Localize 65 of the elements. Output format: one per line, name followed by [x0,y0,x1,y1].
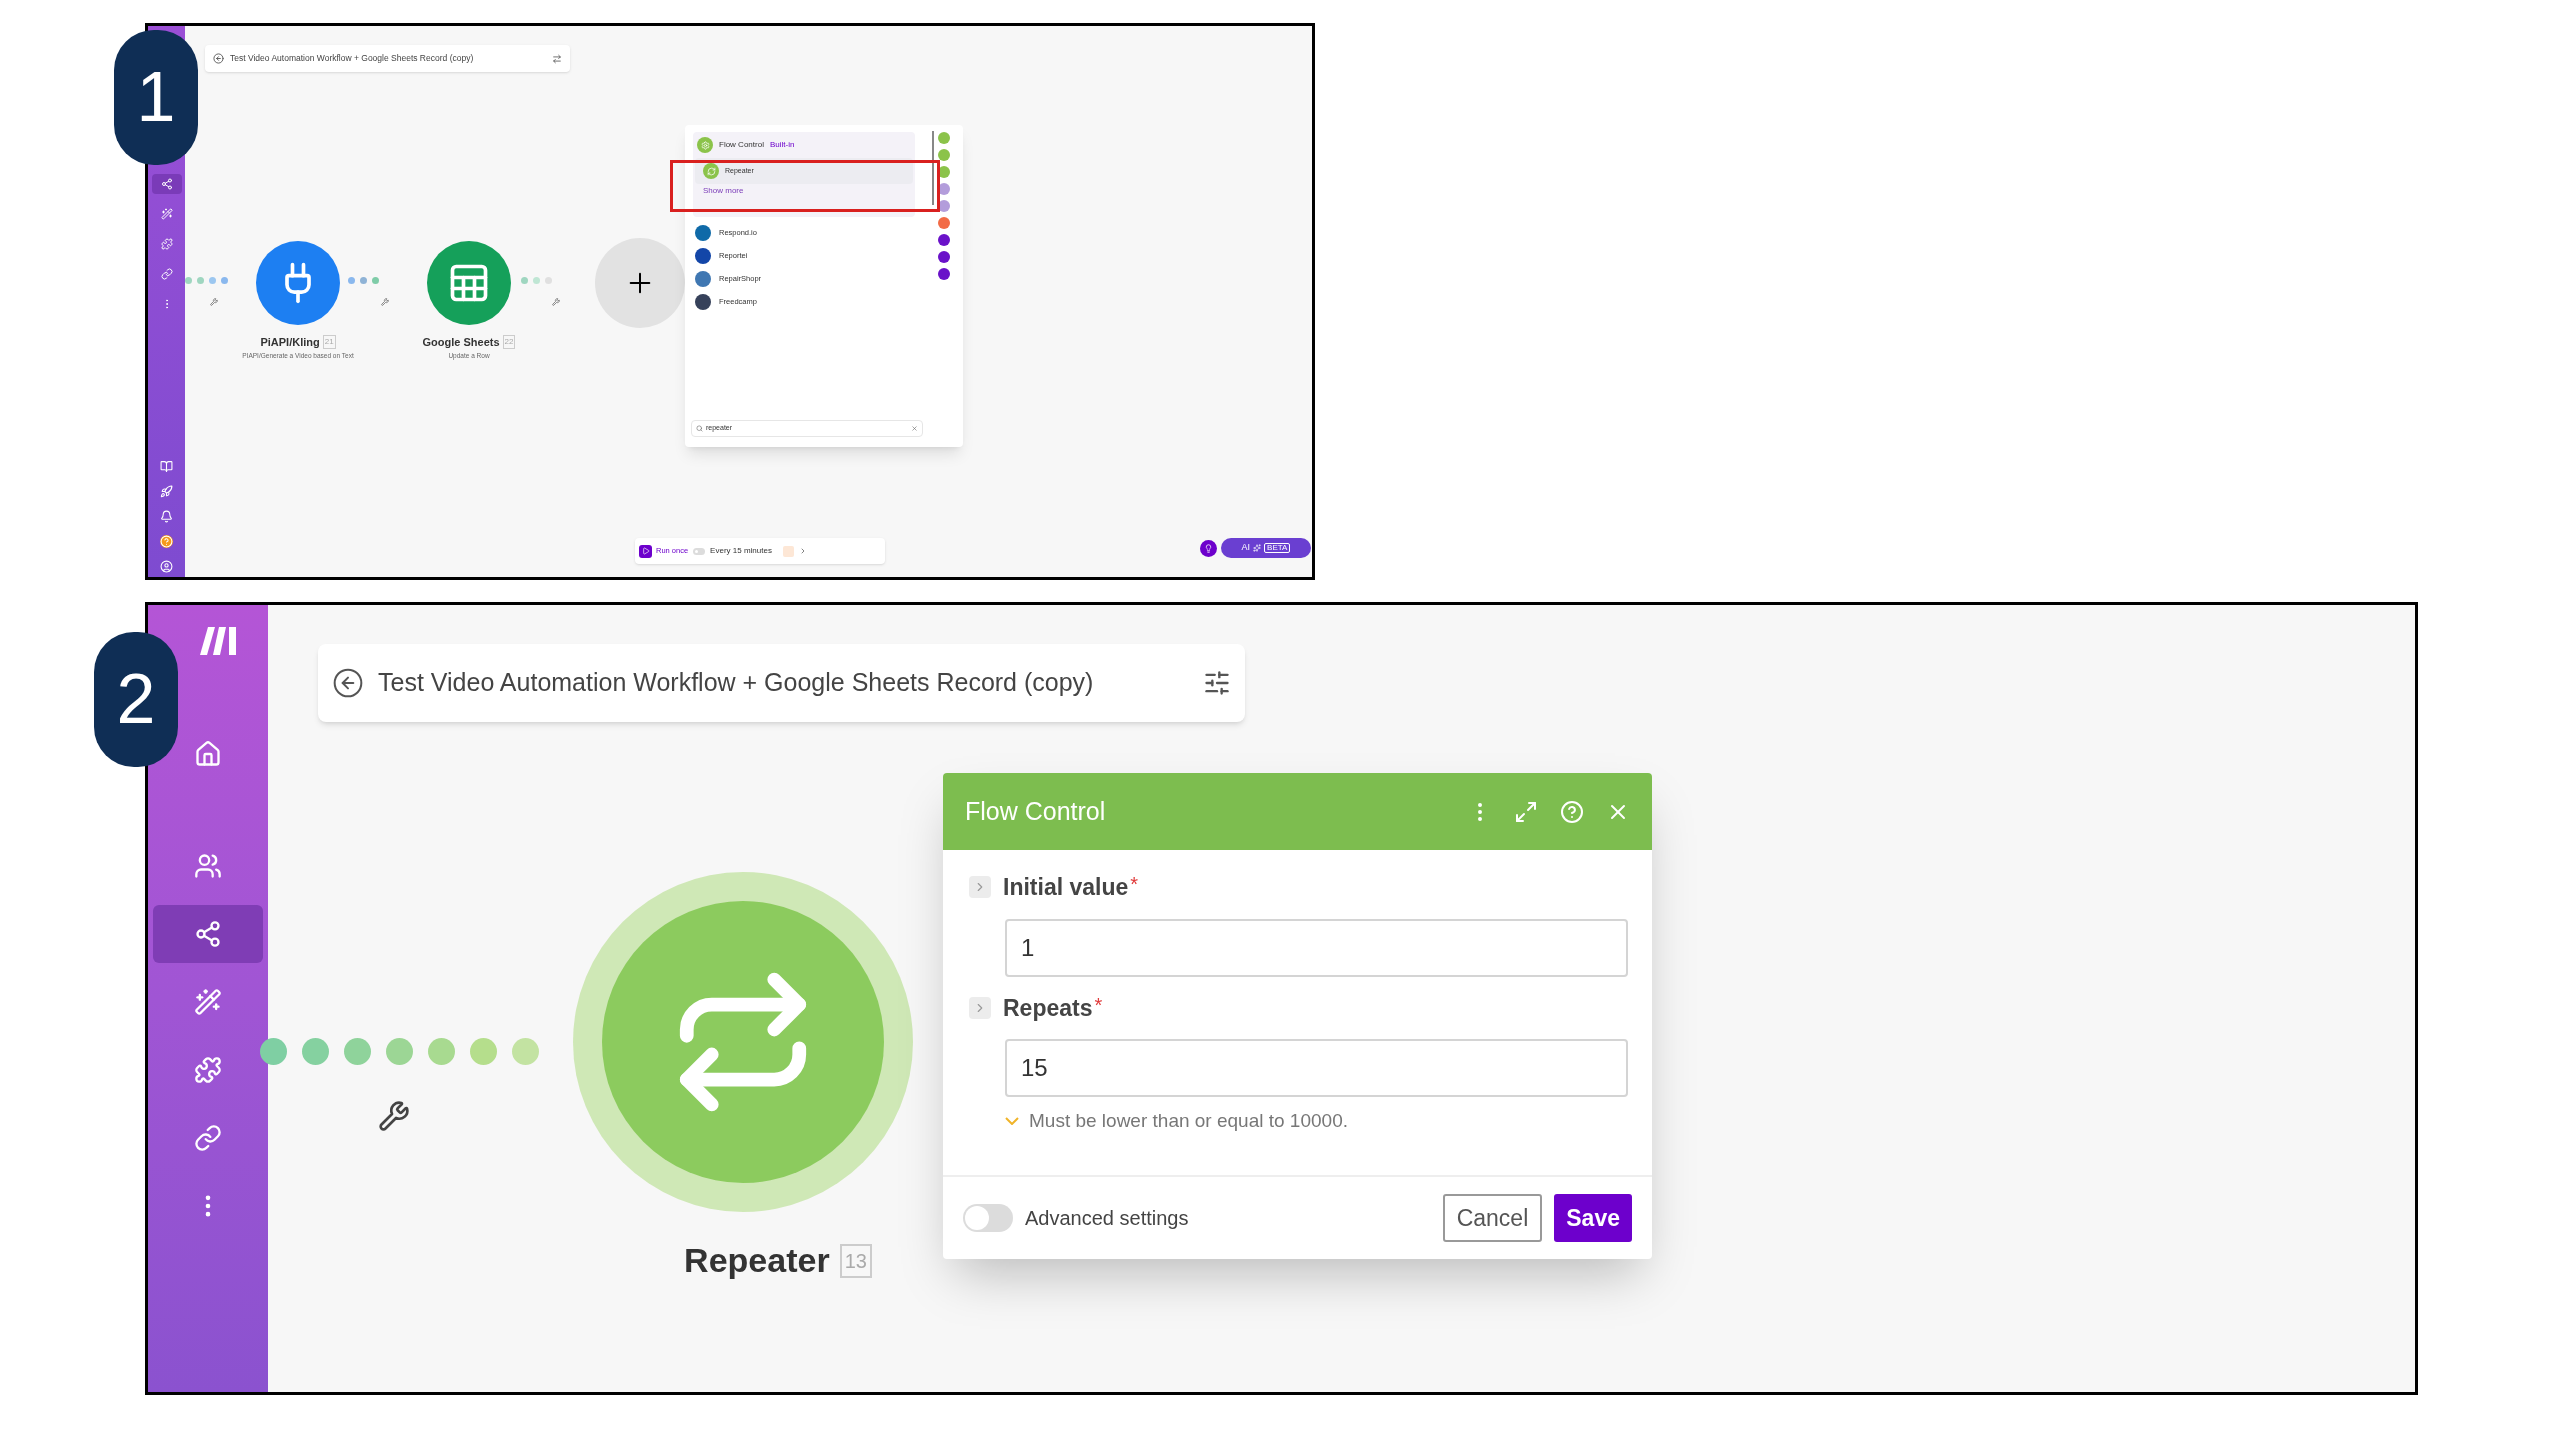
toggle-switch[interactable] [693,547,706,555]
module-number: 22 [502,335,516,350]
app-item[interactable]: Flow Control Built-in [693,132,915,158]
puzzle-icon[interactable] [194,1056,222,1084]
module-name: Google Sheets [422,335,500,350]
expand-field-button[interactable] [969,996,991,1019]
chevron-down-icon [1005,1117,1019,1126]
rocket-icon[interactable] [160,485,173,498]
lightbulb-icon [1204,544,1213,553]
text-field[interactable]: 1 [1005,918,1628,977]
team-icon[interactable] [194,852,222,880]
share-icon[interactable] [160,178,173,190]
category-icon[interactable] [938,234,950,246]
scenario-title: Test Video Automation Workflow + Google Sheets Record (copy) [378,667,1094,699]
bell-icon[interactable] [160,510,173,523]
category-icon[interactable] [938,268,950,280]
module-name: PiAPI/Kling [260,335,320,350]
required-mark: * [1094,992,1103,1018]
module-name: Repeater [684,1240,830,1281]
ai-icon[interactable] [160,208,173,220]
avatar-icon[interactable] [160,560,173,573]
advanced-settings-label: Advanced settings [1025,1206,1190,1231]
sparkles-icon [1253,544,1262,552]
category-icon[interactable] [938,251,950,263]
field-label: Initial value [1003,873,1129,902]
save-button[interactable]: Save [1554,1194,1632,1242]
book-icon[interactable] [160,460,173,473]
module-number: 21 [322,335,336,350]
search-icon [696,425,703,432]
module-number: 13 [839,1243,872,1278]
required-mark: * [1130,872,1139,898]
back-icon[interactable] [213,53,224,64]
expand-field-button[interactable] [969,876,991,899]
built-in-tag: Built-in [769,139,795,151]
expand-icon[interactable] [1514,799,1538,824]
wrench-icon[interactable] [378,1100,410,1132]
link-icon[interactable] [160,268,173,280]
share-icon[interactable] [194,920,222,948]
step-badge: 1 [114,30,198,165]
swap-icon[interactable] [552,53,562,64]
beta-tag: BETA [1264,543,1291,553]
settings-icon[interactable] [1203,669,1231,697]
cancel-button[interactable]: Cancel [1442,1194,1543,1242]
back-icon[interactable] [332,667,364,699]
hint-button[interactable] [1200,540,1217,557]
step-badge: 2 [94,632,178,767]
ai-icon[interactable] [194,988,222,1016]
ai-button[interactable]: AI BETA [1221,538,1311,558]
show-more-link[interactable]: Show more [693,184,915,197]
help-icon[interactable] [160,535,173,548]
logo-icon [200,627,236,655]
help-icon[interactable] [1560,799,1584,824]
dialog-title: Flow Control [965,795,1107,827]
schedule-label: Every 15 minutes [710,545,772,557]
home-icon[interactable] [194,740,222,768]
text-field[interactable]: 15 [1005,1039,1628,1097]
clear-icon[interactable] [911,425,918,432]
scenario-title: Test Video Automation Workflow + Google Sheets Record (copy) [230,52,474,65]
field-hint: Must be lower than or equal to 10000. [1029,1109,1348,1133]
puzzle-icon[interactable] [160,238,173,250]
app-name: Flow Control [719,139,764,151]
toggle-switch[interactable] [963,1204,1013,1232]
link-icon[interactable] [194,1124,222,1152]
field-label: Repeats [1003,993,1093,1023]
play-icon [639,544,652,558]
